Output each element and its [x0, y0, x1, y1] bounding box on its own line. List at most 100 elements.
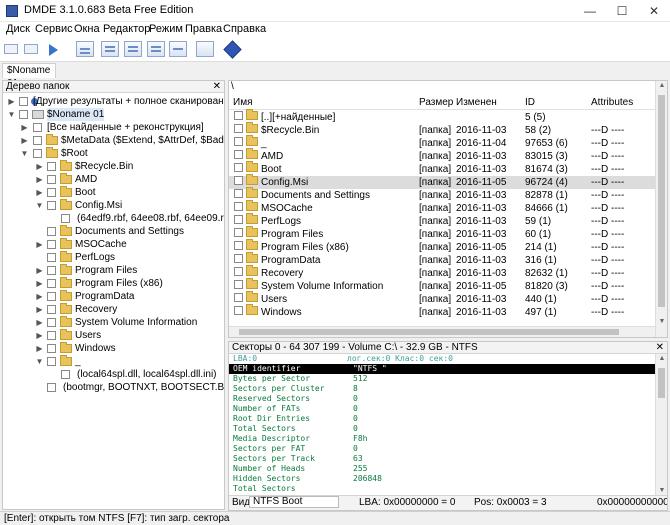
- boot-field-row-selected[interactable]: OEM identifier "NTFS ": [229, 364, 657, 374]
- sector-view-icon[interactable]: [147, 41, 165, 57]
- boot-field-row[interactable]: Sectors per FAT 0: [229, 444, 657, 454]
- checkbox[interactable]: [47, 331, 56, 340]
- expand-icon[interactable]: ▶: [35, 173, 44, 186]
- tree-item[interactable]: ▶ ProgramData: [3, 290, 224, 303]
- vertical-scrollbar[interactable]: ▲ ▼: [655, 81, 667, 337]
- table-row[interactable]: $Recycle.Bin [папка] 2016-11-03 58 (2) -…: [229, 122, 657, 137]
- table-row[interactable]: Program Files (x86) [папка] 2016-11-05 2…: [229, 239, 657, 254]
- column-modified[interactable]: Изменен: [456, 97, 497, 108]
- expand-icon[interactable]: ▶: [7, 95, 16, 108]
- table-row[interactable]: System Volume Information [папка] 2016-1…: [229, 278, 657, 293]
- checkbox[interactable]: [47, 162, 56, 171]
- checkbox[interactable]: [234, 254, 243, 263]
- checkbox[interactable]: [47, 175, 56, 184]
- tree-item[interactable]: ▼ $Root: [3, 147, 224, 160]
- tree-item[interactable]: (bootmgr, BOOTNXT, BOOTSECT.BAK, hibe: [3, 381, 224, 394]
- scrollbar-thumb[interactable]: [658, 368, 665, 398]
- checkbox[interactable]: [234, 241, 243, 250]
- menu-windows[interactable]: Окна: [74, 23, 100, 35]
- table-row[interactable]: _ [папка] 2016-11-04 97653 (6) ---D ----: [229, 135, 657, 150]
- checkbox[interactable]: [234, 189, 243, 198]
- expand-icon[interactable]: ▶: [20, 121, 29, 134]
- boot-field-row[interactable]: Media Descriptor F8h: [229, 434, 657, 444]
- checkbox[interactable]: [47, 227, 56, 236]
- table-row[interactable]: MSOCache [папка] 2016-11-03 84666 (1) --…: [229, 200, 657, 215]
- table-row[interactable]: ProgramData [папка] 2016-11-03 316 (1) -…: [229, 252, 657, 267]
- menu-mode[interactable]: Режим: [149, 23, 183, 35]
- tree-item[interactable]: ▶ Boot: [3, 186, 224, 199]
- expand-icon[interactable]: ▶: [35, 264, 44, 277]
- disk-icon[interactable]: [4, 44, 18, 54]
- tree-item[interactable]: ▼ $Noname 01: [3, 108, 224, 121]
- tree-item[interactable]: ▶ AMD: [3, 173, 224, 186]
- checkbox[interactable]: [33, 136, 42, 145]
- table-row[interactable]: Users [папка] 2016-11-03 440 (1) ---D --…: [229, 291, 657, 306]
- tree-item[interactable]: Documents and Settings: [3, 225, 224, 238]
- tree-item[interactable]: ▶ Recovery: [3, 303, 224, 316]
- boot-field-row[interactable]: Reserved Sectors 0: [229, 394, 657, 404]
- menu-editor[interactable]: Редактор: [103, 23, 150, 35]
- tree-item[interactable]: ▼ Config.Msi: [3, 199, 224, 212]
- tree-item[interactable]: (64edf9.rbf, 64ee08.rbf, 64ee09.rbf, 64e…: [3, 212, 224, 225]
- tree-item[interactable]: ▶ MSOCache: [3, 238, 224, 251]
- expand-icon[interactable]: ▶: [35, 316, 44, 329]
- expand-icon[interactable]: ▶: [35, 290, 44, 303]
- expand-icon[interactable]: ▶: [35, 186, 44, 199]
- view-select[interactable]: NTFS Boot: [249, 496, 339, 508]
- play-icon[interactable]: [47, 44, 59, 56]
- checkbox[interactable]: [19, 110, 28, 119]
- tab-noname-01[interactable]: $Noname 01: [2, 63, 56, 89]
- checkbox[interactable]: [234, 215, 243, 224]
- tree-item[interactable]: ▶ System Volume Information: [3, 316, 224, 329]
- collapse-icon[interactable]: ▼: [20, 147, 29, 160]
- checkbox[interactable]: [234, 228, 243, 237]
- menu-disk[interactable]: Диск: [6, 23, 30, 35]
- minimize-button[interactable]: —: [574, 0, 606, 22]
- checkbox[interactable]: [33, 149, 42, 158]
- scroll-down-icon[interactable]: ▼: [656, 487, 667, 494]
- checkbox[interactable]: [47, 279, 56, 288]
- collapse-icon[interactable]: ▼: [35, 199, 44, 212]
- checkbox[interactable]: [234, 306, 243, 315]
- checkbox[interactable]: [234, 150, 243, 159]
- tree-item[interactable]: ▼ _: [3, 355, 224, 368]
- checkbox[interactable]: [47, 240, 56, 249]
- checkbox[interactable]: [47, 357, 56, 366]
- boot-field-row[interactable]: Total Sectors 0: [229, 424, 657, 434]
- tree-item[interactable]: ▶ $Recycle.Bin: [3, 160, 224, 173]
- windows-icon[interactable]: [196, 41, 214, 57]
- checkbox[interactable]: [61, 370, 70, 379]
- tree-item[interactable]: ▶ [Все найденные + реконструкция]: [3, 121, 224, 134]
- table-row-selected[interactable]: Config.Msi [папка] 2016-11-05 96724 (4) …: [229, 174, 657, 189]
- scrollbar-thumb[interactable]: [239, 329, 619, 335]
- checkbox[interactable]: [61, 214, 70, 223]
- table-row[interactable]: Documents and Settings [папка] 2016-11-0…: [229, 187, 657, 202]
- boot-field-row[interactable]: Root Dir Entries 0: [229, 414, 657, 424]
- checkbox[interactable]: [234, 202, 243, 211]
- checkbox[interactable]: [234, 111, 243, 120]
- table-row[interactable]: PerfLogs [папка] 2016-11-03 59 (1) ---D …: [229, 213, 657, 228]
- sector-view[interactable]: LBA:0 лог.сек:0 Клас:0 сек:0 OEM identif…: [229, 354, 657, 493]
- expand-icon[interactable]: ▶: [20, 134, 29, 147]
- table-row[interactable]: Windows [папка] 2016-11-03 497 (1) ---D …: [229, 304, 657, 319]
- checkbox[interactable]: [47, 318, 56, 327]
- menu-edit[interactable]: Правка: [185, 23, 222, 35]
- horizontal-scrollbar[interactable]: [229, 326, 655, 337]
- checkbox[interactable]: [234, 176, 243, 185]
- tree-item[interactable]: PerfLogs: [3, 251, 224, 264]
- table-row[interactable]: AMD [папка] 2016-11-03 83015 (3) ---D --…: [229, 148, 657, 163]
- scroll-up-icon[interactable]: ▲: [656, 355, 667, 362]
- partition-icon[interactable]: [24, 44, 38, 54]
- checkbox[interactable]: [234, 163, 243, 172]
- checkbox[interactable]: [47, 383, 56, 392]
- table-row[interactable]: Boot [папка] 2016-11-03 81674 (3) ---D -…: [229, 161, 657, 176]
- scroll-down-icon[interactable]: ▼: [656, 318, 667, 325]
- scroll-up-icon[interactable]: ▲: [656, 82, 667, 89]
- boot-field-row[interactable]: Number of Heads 255: [229, 464, 657, 474]
- expand-icon[interactable]: ▶: [35, 303, 44, 316]
- tree-item[interactable]: ▶ Users: [3, 329, 224, 342]
- checkbox[interactable]: [234, 267, 243, 276]
- list-view-icon[interactable]: [101, 41, 119, 57]
- maximize-button[interactable]: ☐: [606, 0, 638, 22]
- column-size[interactable]: Размер: [419, 97, 453, 108]
